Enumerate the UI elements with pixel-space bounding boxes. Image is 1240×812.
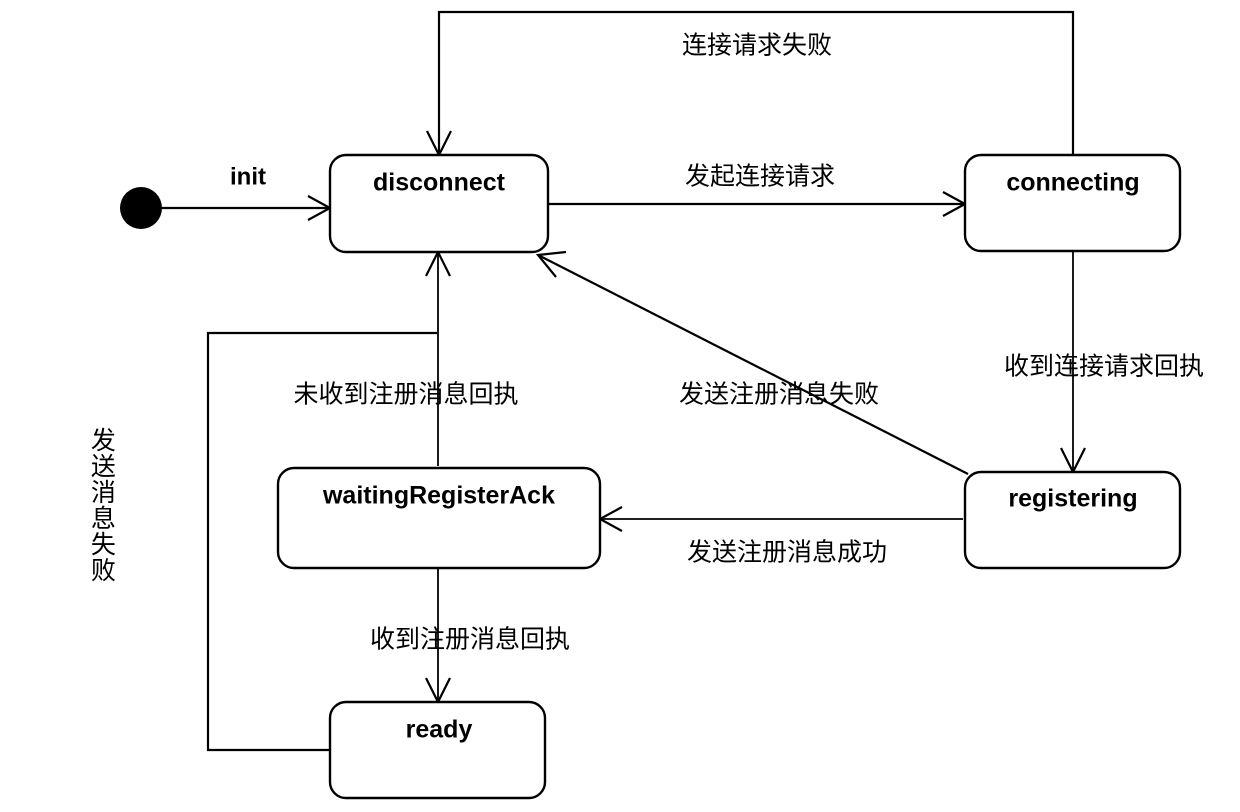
- state-connecting[interactable]: connecting: [963, 153, 1182, 253]
- transition-initiate-connection-request: 发起连接请求: [549, 163, 968, 217]
- edge-label-register-ack-not-received: 未收到注册消息回执: [293, 381, 518, 409]
- transition-register-ack-received: 收到注册消息回执: [370, 569, 570, 705]
- state-label-disconnect: disconnect: [373, 169, 506, 197]
- state-ready[interactable]: ready: [328, 700, 547, 800]
- edge-label-register-ack-received: 收到注册消息回执: [370, 626, 570, 654]
- transition-connection-request-failed: 连接请求失败: [426, 10, 1075, 158]
- transition-register-message-sent-ok: 发送注册消息成功: [597, 506, 963, 567]
- edge-label-initiate-connection-request: 发起连接请求: [685, 163, 835, 191]
- edge-label-connection-request-failed: 连接请求失败: [682, 32, 832, 60]
- edge-register-send-failed-line: [539, 255, 969, 475]
- transition-register-ack-not-received: 未收到注册消息回执: [293, 249, 519, 466]
- state-disconnect[interactable]: disconnect: [328, 153, 550, 254]
- edge-label-connection-request-ack-received: 收到连接请求回执: [1004, 353, 1204, 381]
- state-label-registering: registering: [1008, 485, 1137, 513]
- edge-label-register-message-send-failed: 发送注册消息失败: [679, 381, 879, 409]
- transition-init: init: [162, 163, 333, 221]
- diagram-canvas: init 发起连接请求 连接请求失败 收到连接请求回执 发送注册消息成功 发送注…: [87, 10, 1204, 800]
- state-label-waiting-register-ack: waitingRegisterAck: [322, 482, 555, 510]
- state-registering[interactable]: registering: [963, 470, 1182, 570]
- transition-connection-request-ack-received: 收到连接请求回执: [1004, 251, 1204, 475]
- edge-label-init: init: [230, 163, 266, 190]
- transition-register-message-send-failed: 发送注册消息失败: [535, 250, 969, 475]
- initial-state-node: [120, 187, 162, 229]
- state-label-ready: ready: [406, 716, 473, 744]
- state-waiting-register-ack[interactable]: waitingRegisterAck: [276, 466, 602, 570]
- edge-label-message-send-failed: 发送消息失败: [87, 427, 116, 583]
- edge-register-send-failed-arrowhead: [535, 250, 567, 278]
- edge-label-register-message-sent-ok: 发送注册消息成功: [687, 539, 887, 567]
- state-label-connecting: connecting: [1006, 169, 1139, 197]
- state-machine-diagram: init 发起连接请求 连接请求失败 收到连接请求回执 发送注册消息成功 发送注…: [0, 0, 1240, 812]
